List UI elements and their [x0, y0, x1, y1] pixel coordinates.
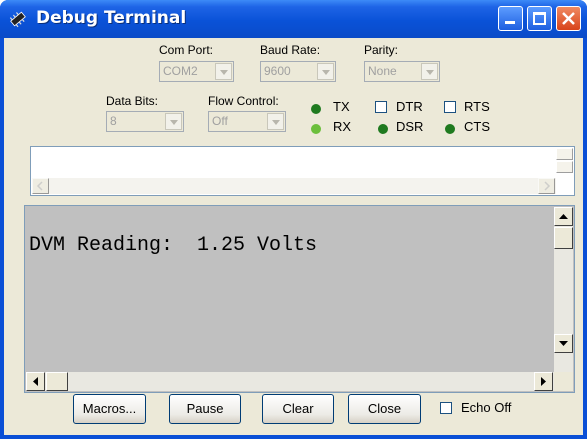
com-port-select[interactable]: COM2 [159, 61, 234, 82]
transmit-input[interactable] [30, 146, 575, 196]
macros-button-label: Macros... [82, 401, 137, 416]
parity-label: Parity: [364, 43, 399, 57]
rx-led-icon [311, 124, 321, 134]
size-grip [554, 372, 573, 391]
horizontal-scrollbar[interactable] [32, 178, 556, 194]
close-icon [562, 12, 575, 25]
title-bar[interactable]: Debug Terminal [0, 0, 587, 38]
debug-terminal-window: Debug Terminal Com Port: COM2 Baud Rate:… [0, 0, 587, 439]
clear-button[interactable]: Clear [262, 394, 334, 424]
minimize-button[interactable] [498, 6, 523, 31]
chevron-right-icon [544, 181, 551, 191]
dtr-checkbox[interactable] [375, 101, 387, 113]
clear-button-label: Clear [282, 401, 314, 416]
scroll-up-button[interactable] [556, 148, 573, 160]
data-bits-select[interactable]: 8 [106, 111, 184, 132]
baud-rate-select[interactable]: 9600 [260, 61, 336, 82]
receive-terminal[interactable]: DVM Reading: 1.25 Volts [24, 205, 575, 393]
baud-rate-value: 9600 [264, 64, 291, 78]
chevron-down-icon[interactable] [215, 63, 232, 80]
cts-label: CTS [464, 119, 490, 134]
chevron-down-icon[interactable] [267, 113, 284, 130]
chevron-down-icon[interactable] [317, 63, 334, 80]
echo-off-label: Echo Off [461, 400, 512, 415]
chip-icon [9, 11, 26, 28]
baud-rate-label: Baud Rate: [260, 43, 321, 57]
flow-control-value: Off [212, 114, 228, 128]
dsr-label: DSR [396, 119, 424, 134]
triangle-down-icon [559, 341, 568, 346]
data-bits-value: 8 [110, 114, 117, 128]
scroll-up-button[interactable] [554, 207, 573, 226]
flow-control-select[interactable]: Off [208, 111, 286, 132]
scroll-right-button[interactable] [538, 178, 555, 194]
maximize-icon [533, 12, 546, 25]
close-button-label: Close [367, 401, 402, 416]
triangle-left-icon [33, 377, 38, 386]
chevron-down-icon[interactable] [165, 113, 182, 130]
scroll-down-button[interactable] [554, 334, 573, 353]
pause-button[interactable]: Pause [169, 394, 241, 424]
chevron-down-icon[interactable] [421, 63, 438, 80]
window-title: Debug Terminal [36, 8, 187, 28]
scroll-down-button[interactable] [556, 161, 573, 173]
flow-control-label: Flow Control: [208, 94, 279, 108]
scroll-right-button[interactable] [534, 372, 553, 391]
close-button[interactable]: Close [348, 394, 421, 424]
com-port-label: Com Port: [159, 43, 214, 57]
terminal-output: DVM Reading: 1.25 Volts [29, 234, 318, 257]
dsr-led-icon [378, 124, 388, 134]
horizontal-scrollbar[interactable] [26, 372, 554, 391]
tx-label: TX [333, 99, 350, 114]
triangle-right-icon [541, 377, 546, 386]
echo-off-checkbox[interactable] [440, 402, 452, 414]
rts-checkbox[interactable] [444, 101, 456, 113]
scroll-left-button[interactable] [26, 372, 45, 391]
rx-label: RX [333, 119, 352, 134]
scroll-left-button[interactable] [32, 178, 49, 194]
scroll-thumb-horizontal[interactable] [46, 372, 68, 391]
minimize-icon [505, 21, 515, 24]
parity-value: None [368, 64, 397, 78]
dtr-label: DTR [396, 99, 423, 114]
chevron-left-icon [36, 181, 43, 191]
com-port-value: COM2 [163, 64, 198, 78]
close-window-button[interactable] [556, 6, 581, 31]
rts-label: RTS [464, 99, 490, 114]
tx-led-icon [311, 104, 321, 114]
scroll-thumb[interactable] [554, 227, 573, 249]
triangle-up-icon [559, 214, 568, 219]
macros-button[interactable]: Macros... [73, 394, 146, 424]
parity-select[interactable]: None [364, 61, 440, 82]
data-bits-label: Data Bits: [106, 94, 159, 108]
pause-button-label: Pause [186, 401, 224, 416]
maximize-button[interactable] [527, 6, 552, 31]
cts-led-icon [445, 124, 455, 134]
